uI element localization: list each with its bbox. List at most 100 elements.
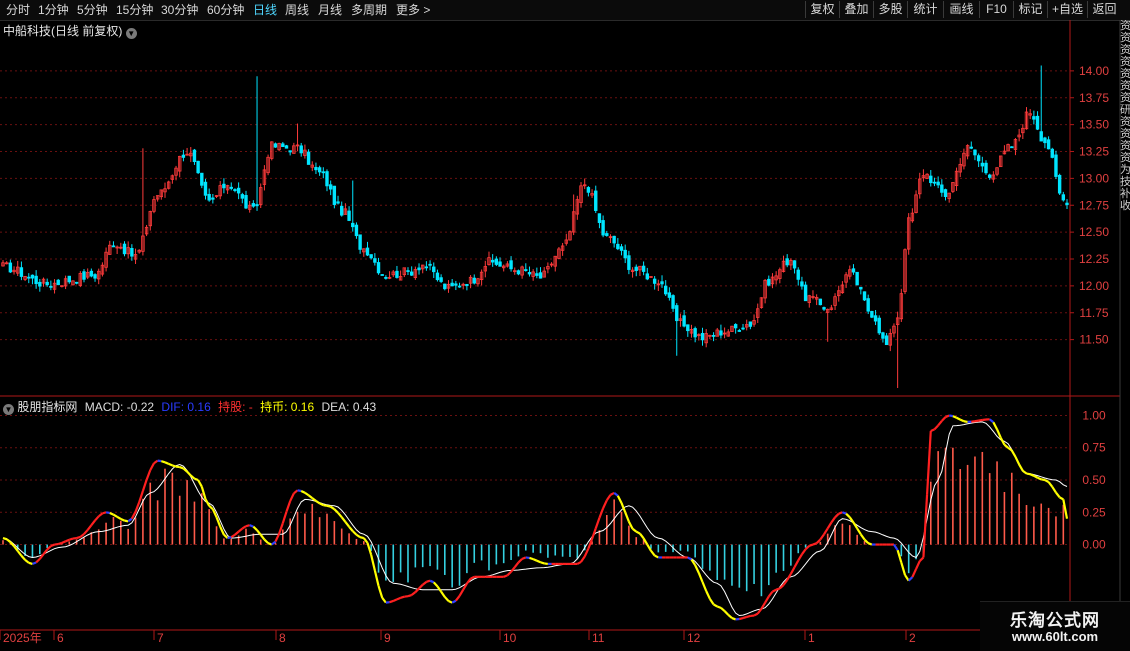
dif-line-segment bbox=[448, 601, 452, 603]
dif-line-segment bbox=[106, 512, 110, 513]
candle-body bbox=[31, 275, 34, 278]
dif-line-segment bbox=[397, 598, 401, 600]
dif-line-segment bbox=[150, 463, 154, 470]
dif-line-segment bbox=[894, 545, 898, 551]
dif-line-segment bbox=[931, 429, 935, 431]
candle-body bbox=[212, 198, 215, 199]
candle-body bbox=[377, 263, 380, 273]
candle-body bbox=[860, 287, 863, 289]
dif-line-segment bbox=[739, 618, 743, 619]
candle-body bbox=[57, 280, 60, 284]
dif-line-segment bbox=[209, 506, 213, 509]
candle-body bbox=[1044, 138, 1047, 143]
dif-line-segment bbox=[88, 525, 92, 530]
dif-line-segment bbox=[360, 537, 364, 538]
indicator-tick-label: 0.25 bbox=[1082, 505, 1106, 519]
candle-body bbox=[322, 172, 325, 173]
dif-line-segment bbox=[824, 528, 828, 534]
dif-line-segment bbox=[916, 561, 920, 569]
dif-line-segment bbox=[434, 582, 438, 586]
candle-body bbox=[252, 203, 255, 206]
indicator-legend: ▼ 股朋指标网 MACD: -0.22 DIF: 0.16 持股: - 持币: … bbox=[3, 398, 376, 415]
dif-line-segment bbox=[979, 420, 983, 421]
chart-canvas[interactable]: 11.5011.7512.0012.2512.5012.7513.0013.25… bbox=[0, 0, 1130, 650]
candle-body bbox=[410, 272, 413, 275]
dif-line-segment bbox=[194, 479, 198, 480]
candle-body bbox=[83, 272, 86, 280]
candle-body bbox=[68, 276, 71, 282]
dea-line bbox=[3, 422, 1067, 616]
dif-line-segment bbox=[714, 604, 718, 606]
price-tick-label: 11.75 bbox=[1079, 306, 1108, 320]
candle-body bbox=[598, 214, 601, 223]
dif-line-segment bbox=[990, 419, 994, 422]
dif-line-segment bbox=[250, 525, 254, 526]
dif-line-segment bbox=[1041, 479, 1045, 480]
candle-body bbox=[436, 273, 439, 280]
dif-line-segment bbox=[379, 586, 383, 598]
dif-line-segment bbox=[154, 461, 158, 464]
main-chart-title: 中船科技(日线 前复权) ▼ bbox=[3, 22, 137, 39]
coin-value: 持币: 0.16 bbox=[260, 400, 314, 414]
dif-line-segment bbox=[861, 534, 865, 539]
candle-body bbox=[937, 182, 940, 185]
dif-line-segment bbox=[1045, 480, 1049, 482]
candle-body bbox=[1051, 149, 1054, 157]
dif-line-segment bbox=[165, 462, 169, 464]
candle-body bbox=[642, 266, 645, 271]
dif-line-segment bbox=[261, 535, 265, 540]
dif-line-segment bbox=[839, 512, 843, 513]
candle-body bbox=[131, 248, 134, 256]
candle-body bbox=[874, 316, 877, 321]
candle-body bbox=[329, 185, 332, 189]
dif-line-segment bbox=[471, 577, 475, 579]
dif-line-segment bbox=[607, 495, 611, 500]
dif-line-segment bbox=[169, 464, 173, 466]
candle-body bbox=[734, 324, 737, 327]
dif-line-segment bbox=[345, 522, 349, 527]
dif-line-segment bbox=[286, 501, 290, 512]
candle-body bbox=[201, 173, 204, 185]
candle-body bbox=[245, 195, 248, 208]
candle-body bbox=[970, 147, 973, 148]
dif-line-segment bbox=[117, 517, 121, 519]
dif-line-segment bbox=[294, 490, 298, 493]
dif-line-segment bbox=[99, 513, 103, 516]
candle-body bbox=[801, 282, 804, 286]
dif-line-segment bbox=[640, 534, 644, 539]
candle-body bbox=[871, 311, 874, 317]
dif-line-segment bbox=[305, 493, 309, 495]
dif-line-segment bbox=[618, 496, 622, 503]
dif-line-segment bbox=[633, 529, 637, 532]
candle-body bbox=[528, 272, 531, 274]
dif-line-segment bbox=[920, 557, 924, 561]
candle-body bbox=[230, 187, 233, 188]
candle-body bbox=[355, 225, 358, 236]
dif-line-segment bbox=[857, 528, 861, 534]
stock-title: 中船科技(日线 前复权) bbox=[3, 24, 122, 38]
candle-body bbox=[539, 273, 542, 278]
chevron-down-icon[interactable]: ▼ bbox=[126, 28, 137, 39]
dif-line-segment bbox=[239, 529, 243, 532]
dif-line-segment bbox=[721, 608, 725, 611]
dif-line-segment bbox=[699, 573, 703, 582]
dif-line-segment bbox=[732, 618, 736, 619]
dif-line-segment bbox=[91, 520, 95, 525]
chevron-down-icon[interactable]: ▼ bbox=[3, 404, 14, 415]
dif-line-segment bbox=[390, 601, 394, 602]
candle-body bbox=[941, 185, 944, 192]
candle-body bbox=[359, 235, 362, 250]
dif-line-segment bbox=[831, 517, 835, 522]
dif-line-segment bbox=[110, 513, 114, 515]
candle-body bbox=[432, 267, 435, 272]
dif-line-segment bbox=[143, 480, 147, 491]
candle-body bbox=[333, 186, 336, 204]
dif-line-segment bbox=[7, 539, 11, 542]
watermark-title: 乐淘公式网 bbox=[980, 606, 1130, 631]
dif-line-segment bbox=[430, 581, 434, 583]
indicator-tick-label: 0.75 bbox=[1082, 441, 1106, 455]
candle-body bbox=[418, 268, 421, 270]
dif-line-segment bbox=[66, 540, 70, 542]
dif-line-segment bbox=[909, 577, 913, 581]
dif-line-segment bbox=[36, 559, 40, 563]
